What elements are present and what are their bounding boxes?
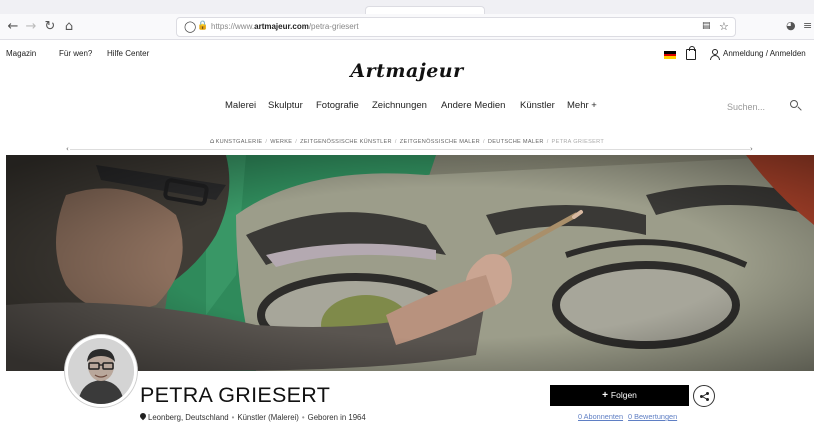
site-logo[interactable]: Artmajeur	[0, 60, 814, 82]
shield-icon[interactable]: ◯	[184, 20, 196, 33]
breadcrumb: ⌂KUNSTGALERIE / WERKE / ZEITGENÖSSISCHE KÜNS…	[209, 137, 605, 145]
follow-label: Folgen	[610, 390, 637, 400]
artist-name: PETRA GRIESERT	[140, 383, 331, 407]
reviews-link[interactable]: 0 Bewertungen	[628, 412, 677, 421]
horizontal-scrollbar[interactable]: ‹ ›	[6, 145, 814, 153]
artist-born: Geboren in 1964	[307, 413, 366, 422]
scroll-left-icon[interactable]: ‹	[66, 145, 69, 153]
user-icon[interactable]	[710, 49, 720, 60]
forward-arrow-icon[interactable]: →	[22, 18, 40, 36]
scroll-right-icon[interactable]: ›	[750, 145, 753, 153]
link-magazin[interactable]: Magazin	[6, 49, 36, 58]
artist-location: Leonberg, Deutschland	[148, 413, 229, 422]
link-fuer-wen[interactable]: Für wen?	[59, 49, 92, 58]
nav-malerei[interactable]: Malerei	[225, 100, 256, 111]
home-icon: ⌂	[209, 137, 215, 145]
url-text[interactable]: https://www.artmajeur.com/petra-griesert	[211, 22, 359, 31]
lock-icon[interactable]: 🔒	[197, 21, 208, 31]
main-navigation: Malerei Skulptur Fotografie Zeichnungen …	[0, 100, 814, 116]
nav-skulptur[interactable]: Skulptur	[268, 100, 303, 111]
reload-icon[interactable]: ↻	[41, 18, 59, 36]
nav-fotografie[interactable]: Fotografie	[316, 100, 359, 111]
cover-banner	[6, 155, 814, 371]
link-hilfe-center[interactable]: Hilfe Center	[107, 49, 149, 58]
nav-zeichnungen[interactable]: Zeichnungen	[372, 100, 427, 111]
browser-chrome: ← → ↻ ⌂ ◯ 🔒 https://www.artmajeur.com/pe…	[0, 0, 814, 40]
plus-icon: +	[602, 390, 608, 401]
search-icon[interactable]	[790, 100, 802, 111]
avatar[interactable]	[65, 335, 137, 407]
back-arrow-icon[interactable]: ←	[4, 18, 22, 36]
share-button[interactable]	[693, 385, 715, 407]
reader-view-icon[interactable]: ▤	[702, 21, 711, 31]
follow-button[interactable]: + Folgen	[550, 385, 689, 406]
browser-toolbar: ← → ↻ ⌂ ◯ 🔒 https://www.artmajeur.com/pe…	[0, 14, 814, 40]
location-pin-icon	[140, 413, 146, 421]
artist-stats: 0 Abonnenten 0 Bewertungen	[578, 412, 682, 421]
german-flag-icon[interactable]	[664, 51, 676, 59]
browser-tab[interactable]	[365, 6, 485, 14]
artist-meta: Leonberg, Deutschland • Künstler (Malerei)…	[140, 413, 366, 422]
nav-mehr[interactable]: Mehr +	[567, 100, 597, 111]
nav-andere-medien[interactable]: Andere Medien	[441, 100, 505, 111]
tab-strip	[0, 0, 814, 14]
shopping-bag-icon[interactable]	[686, 46, 696, 60]
home-icon[interactable]: ⌂	[60, 18, 78, 36]
login-link[interactable]: Anmeldung / Anmelden	[723, 49, 806, 58]
menu-icon[interactable]: ≡	[803, 19, 812, 32]
bookmark-star-icon[interactable]: ☆	[719, 20, 729, 33]
nav-kuenstler[interactable]: Künstler	[520, 100, 555, 111]
pocket-icon[interactable]: ◕	[786, 19, 796, 32]
cover-image	[6, 155, 814, 371]
address-bar[interactable]: ◯ 🔒 https://www.artmajeur.com/petra-grie…	[176, 17, 736, 37]
artist-role: Künstler (Malerei)	[237, 413, 299, 422]
share-icon	[700, 392, 709, 401]
subscribers-link[interactable]: 0 Abonnenten	[578, 412, 623, 421]
